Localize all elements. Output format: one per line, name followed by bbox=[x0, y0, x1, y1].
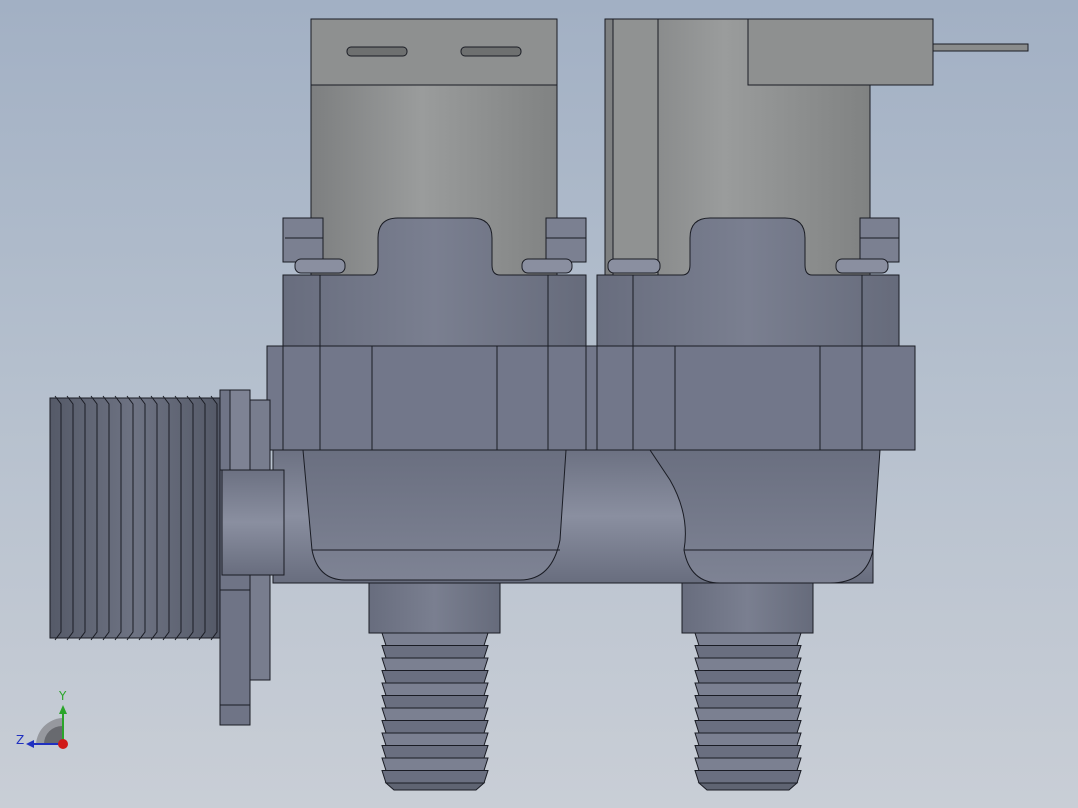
inlet-thread-body bbox=[49, 397, 221, 639]
right-solenoid-coil bbox=[604, 18, 1029, 276]
orientation-triad: Y Z bbox=[16, 689, 68, 749]
right-nozzle-base bbox=[681, 582, 814, 634]
outlet-thread-ring bbox=[694, 732, 802, 746]
outlet-thread-tip bbox=[384, 782, 486, 791]
outlet-thread-ring bbox=[381, 682, 489, 696]
outlet-thread-ring bbox=[694, 720, 802, 734]
terminal-pin bbox=[932, 43, 1029, 52]
outlet-nozzles bbox=[368, 582, 814, 791]
outlet-thread-ring bbox=[381, 707, 489, 721]
outlet-thread-ring bbox=[694, 645, 802, 659]
outlet-thread-ring bbox=[694, 745, 802, 759]
outlet-thread-ring bbox=[694, 757, 802, 771]
inlet-thread bbox=[49, 389, 285, 726]
right-screw-head bbox=[835, 258, 889, 274]
x-axis-point bbox=[58, 739, 68, 749]
valve-model-drawing[interactable]: Y Z bbox=[0, 0, 1078, 808]
outlet-thread-ring bbox=[381, 670, 489, 684]
z-axis-arrow bbox=[26, 740, 34, 748]
outlet-thread-ring bbox=[694, 695, 802, 709]
right-coil-bracket bbox=[612, 18, 659, 276]
outlet-thread-ring bbox=[694, 707, 802, 721]
left-screw-head bbox=[521, 258, 573, 274]
cad-viewport[interactable]: Y Z bbox=[0, 0, 1078, 808]
left-bowl bbox=[302, 449, 567, 581]
left-screw-head bbox=[294, 258, 346, 274]
outlet-thread-ring bbox=[381, 770, 489, 784]
outlet-thread-ring bbox=[381, 632, 489, 646]
outlet-thread-ring bbox=[694, 632, 802, 646]
z-axis-label: Z bbox=[16, 733, 24, 747]
outlet-thread-ring bbox=[694, 670, 802, 684]
right-screw-head bbox=[607, 258, 661, 274]
body-flange-band bbox=[266, 345, 916, 451]
outlet-thread-ring bbox=[381, 657, 489, 671]
outlet-thread-ring bbox=[694, 682, 802, 696]
outlet-thread-tip bbox=[697, 782, 799, 791]
left-coil-slot bbox=[346, 46, 408, 57]
outlet-thread-ring bbox=[381, 720, 489, 734]
inlet-neck bbox=[221, 469, 285, 576]
left-outlet-thread bbox=[381, 632, 489, 791]
right-outlet-thread bbox=[694, 632, 802, 791]
outlet-thread-ring bbox=[381, 757, 489, 771]
left-coil-slot bbox=[460, 46, 522, 57]
outlet-thread-ring bbox=[381, 732, 489, 746]
outlet-thread-ring bbox=[381, 645, 489, 659]
outlet-thread-ring bbox=[381, 695, 489, 709]
outlet-thread-ring bbox=[381, 745, 489, 759]
outlet-thread-ring bbox=[694, 657, 802, 671]
y-axis-label: Y bbox=[58, 689, 67, 703]
left-nozzle-base bbox=[368, 582, 501, 634]
y-axis-arrow bbox=[59, 705, 67, 714]
outlet-thread-ring bbox=[694, 770, 802, 784]
right-coil-connector-housing bbox=[747, 18, 934, 86]
